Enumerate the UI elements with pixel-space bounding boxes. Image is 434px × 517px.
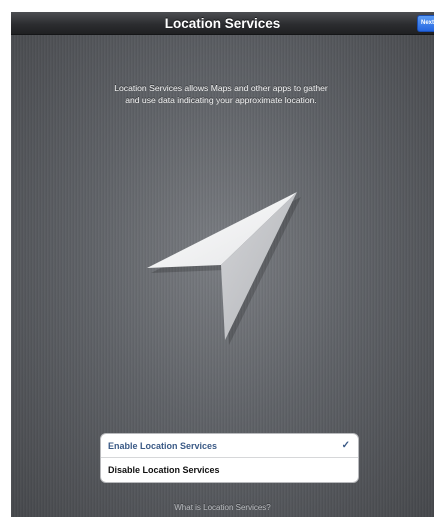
what-is-location-services-link[interactable]: What is Location Services?	[11, 503, 434, 512]
setup-screen: Location Services Next Location Services…	[11, 12, 434, 517]
enable-location-services-option[interactable]: Enable Location Services ✓	[101, 434, 358, 458]
enable-option-label: Enable Location Services	[108, 441, 218, 451]
disable-location-services-option[interactable]: Disable Location Services	[101, 458, 358, 482]
disable-option-label: Disable Location Services	[108, 465, 220, 475]
location-options-list: Enable Location Services ✓ Disable Locat…	[100, 433, 359, 483]
checkmark-icon: ✓	[341, 440, 350, 451]
